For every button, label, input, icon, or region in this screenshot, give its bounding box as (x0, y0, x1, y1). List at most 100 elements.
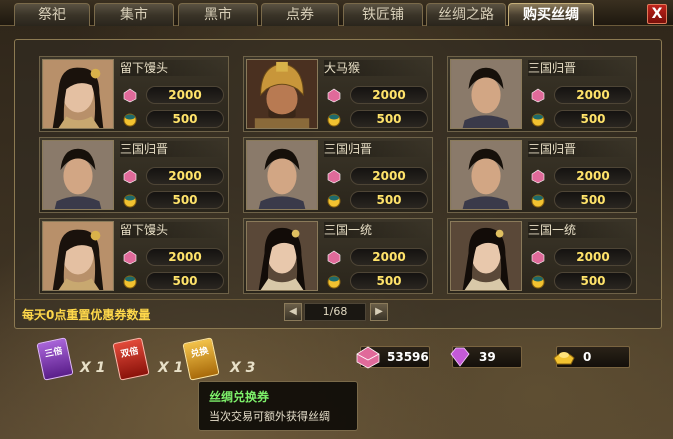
silk-icon (327, 88, 341, 103)
silk-offer-card[interactable]: 留下馒头 2000 500 (39, 218, 229, 294)
gold-coin-icon (327, 194, 341, 208)
silk-price-row: 2000 (528, 85, 636, 105)
gold-coin-icon (123, 275, 137, 289)
portrait-male (450, 59, 522, 129)
silk-offer-card[interactable]: 三国归晋 2000 500 (447, 137, 637, 213)
gold-price: 500 (554, 191, 632, 209)
prev-page-button[interactable]: ◀ (284, 303, 302, 321)
silk-price-row: 2000 (324, 166, 432, 186)
silk-price: 2000 (350, 248, 428, 266)
gold-ingot-icon (553, 352, 575, 365)
tab-blacksmith[interactable]: 铁匠铺 (343, 3, 423, 26)
close-button[interactable]: X (647, 4, 667, 24)
silk-price: 2000 (554, 167, 632, 185)
tab-buy-silk[interactable]: 购买丝绸 (508, 3, 594, 26)
portrait-female (450, 221, 522, 291)
coupon-label: 兑换 (189, 346, 210, 360)
gold-price-row: 500 (120, 190, 228, 210)
silk-icon (531, 169, 545, 184)
tab-bar: 祭祀 集市 黑市 点券 铁匠铺 丝绸之路 购买丝绸 X (0, 0, 673, 26)
card-name: 三国归晋 (528, 60, 634, 76)
gold-price-row: 500 (528, 271, 636, 291)
tooltip-title: 丝绸兑换券 (209, 390, 270, 404)
gold-price: 500 (146, 272, 224, 290)
silk-icon (327, 169, 341, 184)
silk-price: 2000 (350, 86, 428, 104)
silk-icon (327, 250, 341, 265)
coupon-label: 双倍 (119, 346, 140, 360)
silk-price-row: 2000 (528, 166, 636, 186)
gold-price-row: 500 (324, 271, 432, 291)
silk-price: 2000 (350, 167, 428, 185)
card-name: 三国一统 (528, 222, 634, 238)
tab-sacrifice[interactable]: 祭祀 (14, 3, 90, 26)
silk-icon (531, 88, 545, 103)
gold-price: 500 (554, 110, 632, 128)
card-name: 留下馒头 (120, 60, 226, 76)
card-name: 大马猴 (324, 60, 430, 76)
gold-balance: 0 (553, 346, 630, 368)
card-name: 三国归晋 (528, 141, 634, 157)
gold-price: 500 (350, 272, 428, 290)
portrait-female (42, 221, 114, 291)
gem-balance: 39 (450, 346, 522, 368)
gold-coin-icon (327, 113, 341, 127)
silk-bolt-icon (356, 346, 380, 369)
gold-price-row: 500 (120, 271, 228, 291)
tab-market[interactable]: 集市 (94, 3, 174, 26)
gold-price: 500 (554, 272, 632, 290)
coupon-count: X 1 (80, 360, 106, 376)
silk-offer-card[interactable]: 大马猴 2000 500 (243, 56, 433, 132)
silk-price: 2000 (146, 248, 224, 266)
gem-balance-value: 39 (479, 350, 496, 364)
silk-offer-card[interactable]: 三国归晋 2000 500 (39, 137, 229, 213)
gold-price-row: 500 (528, 109, 636, 129)
gold-price: 500 (350, 191, 428, 209)
page-indicator: 1/68 (304, 303, 366, 321)
coupon-tooltip: 丝绸兑换券 当次交易可额外获得丝绸 (198, 381, 358, 431)
tab-silk-road[interactable]: 丝绸之路 (426, 3, 506, 26)
portrait-female (42, 59, 114, 129)
gold-price-row: 500 (528, 190, 636, 210)
silk-price: 2000 (146, 86, 224, 104)
silk-offer-card[interactable]: 三国归晋 2000 500 (447, 56, 637, 132)
gold-price: 500 (350, 110, 428, 128)
gold-coin-icon (531, 113, 545, 127)
card-name: 三国归晋 (120, 141, 226, 157)
portrait-female (246, 221, 318, 291)
silk-offer-card[interactable]: 三国一统 2000 500 (447, 218, 637, 294)
gold-coin-icon (531, 275, 545, 289)
gold-price: 500 (146, 110, 224, 128)
silk-price-row: 2000 (120, 247, 228, 267)
tab-coupons[interactable]: 点券 (261, 3, 339, 26)
portrait-male (246, 140, 318, 210)
portrait-warrior (246, 59, 318, 129)
silk-price: 2000 (554, 248, 632, 266)
silk-price-row: 2000 (528, 247, 636, 267)
silk-price-row: 2000 (120, 85, 228, 105)
gold-price: 500 (146, 191, 224, 209)
silk-offer-card[interactable]: 三国归晋 2000 500 (243, 137, 433, 213)
tooltip-description: 当次交易可额外获得丝绸 (209, 410, 330, 423)
coupon-label: 三倍 (43, 346, 64, 360)
silk-balance: 53596 (356, 346, 430, 369)
gold-price-row: 500 (324, 109, 432, 129)
silk-offer-card[interactable]: 留下馒头 2000 500 (39, 56, 229, 132)
card-name: 留下馒头 (120, 222, 226, 238)
tab-black-market[interactable]: 黑市 (178, 3, 258, 26)
next-page-button[interactable]: ▶ (370, 303, 388, 321)
card-name: 三国一统 (324, 222, 430, 238)
silk-icon (123, 250, 137, 265)
silk-price: 2000 (554, 86, 632, 104)
portrait-male (42, 140, 114, 210)
gold-coin-icon (531, 194, 545, 208)
coupon-count: X 1 (158, 360, 184, 376)
gold-coin-icon (327, 275, 341, 289)
silk-price-row: 2000 (324, 247, 432, 267)
silk-icon (123, 88, 137, 103)
silk-offer-card[interactable]: 三国一统 2000 500 (243, 218, 433, 294)
silk-icon (123, 169, 137, 184)
silk-shop-panel: 留下馒头 2000 500 大马猴 2000 500 三国归晋 2000 500… (14, 39, 662, 329)
silk-price-row: 2000 (120, 166, 228, 186)
silk-icon (531, 250, 545, 265)
